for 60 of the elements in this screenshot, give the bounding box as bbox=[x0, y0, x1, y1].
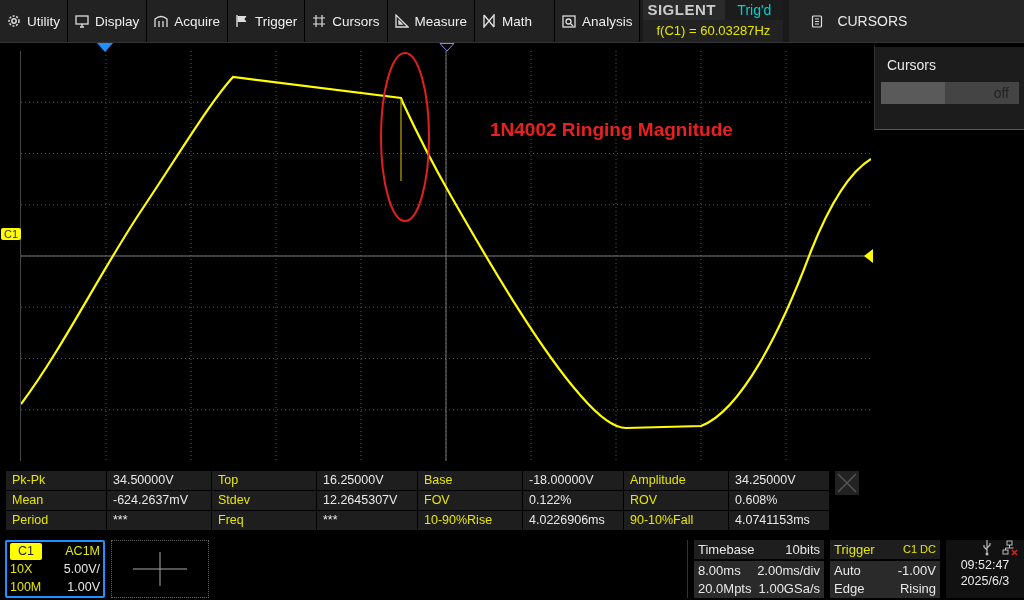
measurement-name: Pk-Pk bbox=[6, 471, 106, 490]
timebase-title: Timebase bbox=[698, 541, 755, 559]
trigger-source: C1 DC bbox=[903, 542, 936, 557]
menu-button[interactable]: Trigger bbox=[228, 0, 306, 42]
channel-box[interactable]: C1 AC1M 10X 5.00V/ 100M 1.00V bbox=[5, 540, 105, 598]
measurement-value: 0.122% bbox=[523, 491, 623, 510]
timescale-text: 2.00ms/div bbox=[757, 562, 820, 578]
trigger-level: -1.00V bbox=[897, 562, 936, 578]
trigger-status: Trig'd bbox=[725, 0, 784, 20]
measurement-name: 90-10%Fall bbox=[624, 511, 728, 530]
trigger-slope: Rising bbox=[899, 581, 936, 597]
measurement-value: 34.25000V bbox=[729, 471, 829, 490]
scale-text: 5.00V/ bbox=[63, 561, 100, 578]
channel-marker: C1 bbox=[1, 228, 22, 240]
panel-title: CURSORS bbox=[837, 13, 908, 29]
menu-button[interactable]: Utility bbox=[0, 0, 68, 42]
bits-text: 10bits bbox=[785, 541, 820, 559]
measurement-value: 16.25000V bbox=[317, 471, 417, 490]
measurement-name: Amplitude bbox=[624, 471, 728, 490]
measurement-name: Stdev bbox=[212, 491, 316, 510]
measurement-value: 12.2645307V bbox=[317, 491, 417, 510]
clock-time: 09:52:47 bbox=[960, 558, 1010, 572]
clock-date: 2025/6/3 bbox=[960, 574, 1010, 588]
frequency-readout: f(C1) = 60.03287Hz bbox=[643, 20, 784, 42]
probe-text: 10X bbox=[10, 561, 33, 578]
trigger-mode: Auto bbox=[834, 562, 861, 578]
brand-logo: SIGLENT bbox=[643, 0, 726, 20]
measurement-value: -624.2637mV bbox=[107, 491, 211, 510]
measurement-value: 0.608% bbox=[729, 491, 829, 510]
points-text: 20.0Mpts bbox=[698, 581, 752, 597]
sample-rate-text: 1.00GSa/s bbox=[758, 581, 820, 597]
measurement-value: -18.00000V bbox=[523, 471, 623, 490]
measurement-name: Freq bbox=[212, 511, 316, 530]
bandwidth-text: 100M bbox=[10, 579, 42, 596]
menu-button[interactable]: Display bbox=[68, 0, 148, 42]
menu-button[interactable]: Cursors bbox=[305, 0, 388, 42]
annotation-text: 1N4002 Ringing Magnitude bbox=[490, 119, 733, 141]
trigger-title: Trigger bbox=[834, 541, 875, 559]
measurement-value: *** bbox=[107, 511, 211, 530]
channel-label: C1 bbox=[10, 543, 42, 560]
measurement-value: *** bbox=[317, 511, 417, 530]
menu-button[interactable]: Measure bbox=[387, 0, 476, 42]
coupling-text: AC1M bbox=[65, 543, 100, 560]
measurement-value: 34.50000V bbox=[107, 471, 211, 490]
measurement-value: 4.0226906ms bbox=[523, 511, 623, 530]
measurement-name: Top bbox=[212, 471, 316, 490]
offset-text: 1.00V bbox=[67, 579, 100, 596]
measurement-name: Base bbox=[418, 471, 522, 490]
menu-button[interactable]: Analysis bbox=[555, 0, 641, 42]
menu-button[interactable]: Math bbox=[475, 0, 556, 42]
measurement-name: ROV bbox=[624, 491, 728, 510]
measurement-name: Mean bbox=[6, 491, 106, 510]
delay-text: 8.00ms bbox=[698, 562, 741, 578]
measurement-value: 4.0741153ms bbox=[729, 511, 829, 530]
measurement-name: FOV bbox=[418, 491, 522, 510]
section-label: Cursors bbox=[886, 57, 937, 73]
trigger-type: Edge bbox=[834, 581, 865, 597]
menu-button[interactable]: Acquire bbox=[147, 0, 229, 42]
measurement-name: Period bbox=[6, 511, 106, 530]
measurement-name: 10-90%Rise bbox=[418, 511, 522, 530]
